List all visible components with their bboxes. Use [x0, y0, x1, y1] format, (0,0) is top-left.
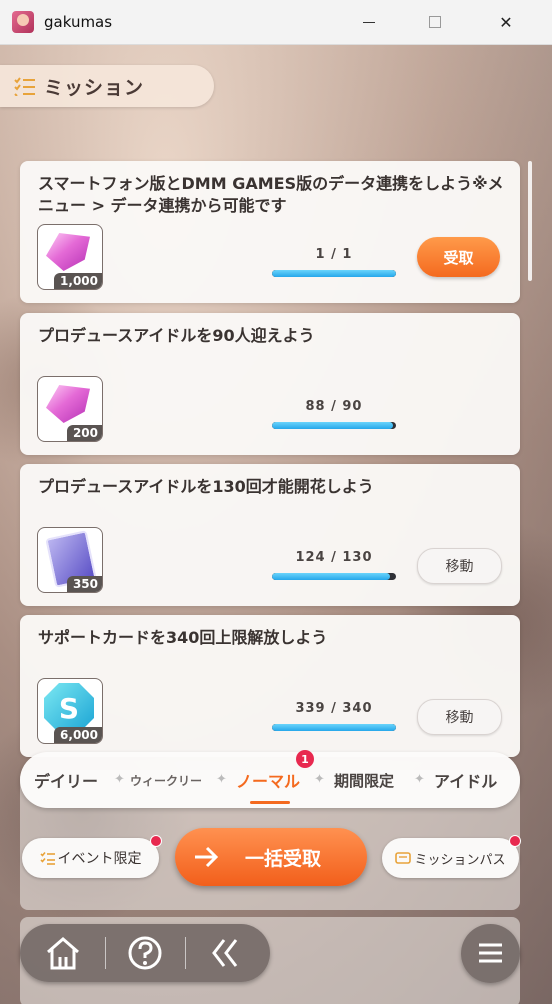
- window-title-bar: gakumas ✕: [0, 0, 552, 45]
- minimize-icon[interactable]: [346, 0, 392, 44]
- progress-text: 339 / 340: [295, 701, 373, 716]
- progress-bar: [272, 270, 396, 277]
- close-icon[interactable]: ✕: [483, 0, 529, 44]
- progress-text: 1 / 1: [315, 247, 353, 262]
- bulk-claim-button[interactable]: 一括受取: [175, 828, 367, 886]
- checklist-icon: [39, 851, 55, 865]
- reward-quantity: 6,000: [54, 727, 102, 743]
- checklist-icon: [14, 76, 36, 97]
- mission-card: プロデュースアイドルを90人迎えよう 200 88 / 90: [20, 313, 520, 455]
- notification-dot: [509, 835, 521, 847]
- event-limited-label: イベント限定: [57, 851, 142, 867]
- notification-dot: [150, 835, 162, 847]
- progress-bar: [272, 724, 396, 731]
- ticket-icon: [395, 852, 412, 864]
- event-limited-button[interactable]: イベント限定: [22, 835, 162, 878]
- mission-header: ミッション: [0, 65, 214, 107]
- menu-icon[interactable]: [461, 924, 520, 983]
- app-title: gakumas: [44, 13, 113, 31]
- mission-progress: 339 / 340: [272, 701, 396, 731]
- tab-normal[interactable]: ノーマル: [236, 752, 300, 808]
- scrollbar[interactable]: [528, 161, 532, 281]
- move-button[interactable]: 移動: [417, 548, 502, 584]
- nav-divider: [185, 937, 186, 969]
- help-icon[interactable]: [125, 933, 165, 973]
- tab-idol[interactable]: アイドル: [434, 752, 497, 808]
- bottom-nav: [20, 924, 270, 982]
- progress-bar: [272, 422, 396, 429]
- tab-separator: ✦: [314, 772, 325, 787]
- notification-badge: 1: [296, 750, 314, 768]
- app-icon: [12, 11, 34, 33]
- progress-text: 124 / 130: [295, 550, 373, 565]
- home-icon[interactable]: [43, 933, 83, 973]
- nav-divider: [105, 937, 106, 969]
- tab-weekly[interactable]: ウィークリー: [130, 752, 202, 808]
- mission-card: プロデュースアイドルを130回才能開花しよう 350 124 / 130 移動: [20, 464, 520, 606]
- reward-item[interactable]: 1,000: [37, 224, 103, 290]
- bulk-claim-label: 一括受取: [244, 847, 321, 870]
- mission-text: スマートフォン版とDMM GAMES版のデータ連携をしよう※メニュー > データ…: [38, 174, 504, 215]
- mission-progress: 88 / 90: [272, 399, 396, 429]
- tab-daily[interactable]: デイリー: [34, 752, 98, 808]
- active-tab-indicator: [250, 801, 290, 804]
- mission-text: プロデュースアイドルを90人迎えよう: [38, 326, 315, 345]
- reward-quantity: 350: [66, 576, 102, 592]
- progress-bar: [272, 573, 396, 580]
- reward-quantity: 200: [66, 425, 102, 441]
- support-s-icon: S: [44, 683, 94, 733]
- mission-card: サポートカードを340回上限解放しよう S 6,000 339 / 340 移動: [20, 615, 520, 757]
- mission-progress: 124 / 130: [272, 550, 396, 580]
- move-button[interactable]: 移動: [417, 699, 502, 735]
- mission-text: サポートカードを340回上限解放しよう: [38, 628, 328, 647]
- tab-separator: ✦: [216, 772, 227, 787]
- reward-quantity: 1,000: [54, 273, 102, 289]
- claim-button[interactable]: 受取: [417, 237, 500, 277]
- mission-progress: 1 / 1: [272, 247, 396, 277]
- tab-separator: ✦: [414, 772, 425, 787]
- tab-period-limited[interactable]: 期間限定: [334, 752, 394, 808]
- page-title: ミッション: [44, 76, 145, 99]
- reward-item[interactable]: 200: [37, 376, 103, 442]
- reward-item[interactable]: 350: [37, 527, 103, 593]
- pink-gem-icon: [46, 385, 90, 423]
- mission-tabs: デイリー ✦ ウィークリー ✦ ノーマル 1 ✦ 期間限定 ✦ アイドル: [20, 750, 520, 808]
- mission-pass-label: ミッションパス: [414, 852, 506, 868]
- arrow-right-icon: [195, 846, 219, 868]
- mission-text: プロデュースアイドルを130回才能開花しよう: [38, 477, 374, 496]
- game-screen: ミッション スマートフォン版とDMM GAMES版のデータ連携をしよう※メニュー…: [0, 45, 552, 1004]
- back-icon[interactable]: [206, 933, 246, 973]
- pink-gem-icon: [46, 233, 90, 271]
- progress-text: 88 / 90: [305, 399, 363, 414]
- mission-card: スマートフォン版とDMM GAMES版のデータ連携をしよう※メニュー > データ…: [20, 161, 520, 303]
- tab-separator: ✦: [114, 772, 125, 787]
- mission-pass-button[interactable]: ミッションパス: [382, 835, 521, 878]
- maximize-icon[interactable]: [412, 0, 458, 44]
- reward-item[interactable]: S 6,000: [37, 678, 103, 744]
